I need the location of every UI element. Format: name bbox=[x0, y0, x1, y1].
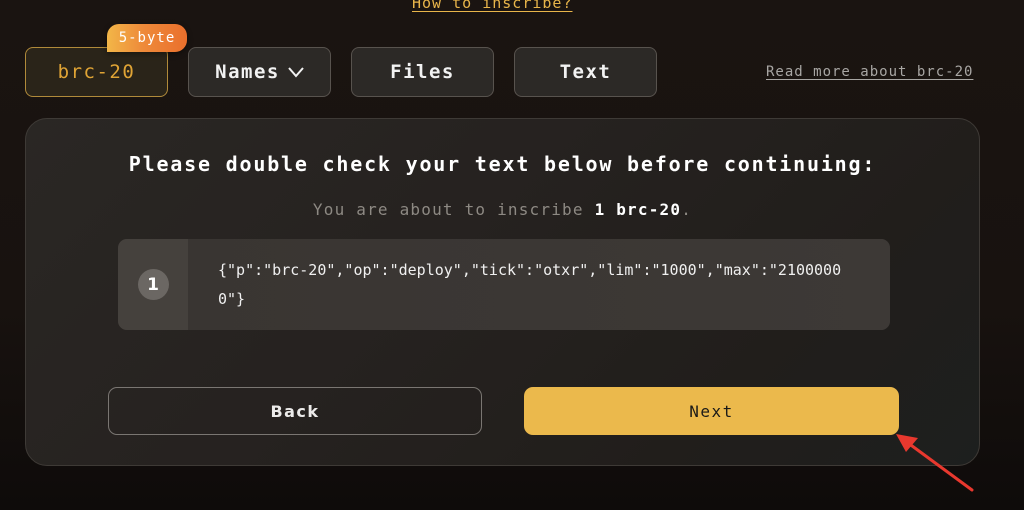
entry-index-cell: 1 bbox=[118, 239, 188, 330]
byte-badge: 5-byte bbox=[107, 24, 187, 52]
subtitle-suffix: . bbox=[681, 200, 693, 219]
confirm-card: Please double check your text below befo… bbox=[25, 118, 980, 466]
card-subtitle: You are about to inscribe 1 brc-20. bbox=[26, 200, 979, 219]
inscription-entry: 1 {"p":"brc-20","op":"deploy","tick":"ot… bbox=[118, 239, 890, 330]
tab-text-label: Text bbox=[559, 61, 612, 83]
read-more-link[interactable]: Read more about brc-20 bbox=[766, 64, 973, 80]
tab-files[interactable]: Files bbox=[351, 47, 494, 97]
chevron-down-icon bbox=[288, 67, 304, 78]
back-button[interactable]: Back bbox=[108, 387, 482, 435]
tab-brc-20-label: brc-20 bbox=[57, 61, 136, 83]
subtitle-count: 1 brc-20 bbox=[594, 200, 682, 219]
entry-text: {"p":"brc-20","op":"deploy","tick":"otxr… bbox=[188, 239, 890, 330]
how-to-inscribe-link[interactable]: How to inscribe? bbox=[412, 0, 573, 12]
tab-names-label: Names bbox=[215, 61, 280, 83]
tab-files-label: Files bbox=[390, 61, 455, 83]
entry-index-badge: 1 bbox=[137, 269, 169, 300]
card-title: Please double check your text below befo… bbox=[128, 152, 877, 176]
tab-brc-20[interactable]: brc-20 bbox=[25, 47, 168, 97]
tab-names[interactable]: Names bbox=[188, 47, 331, 97]
subtitle-prefix: You are about to inscribe bbox=[312, 200, 595, 219]
next-button[interactable]: Next bbox=[524, 387, 899, 435]
tab-text[interactable]: Text bbox=[514, 47, 657, 97]
